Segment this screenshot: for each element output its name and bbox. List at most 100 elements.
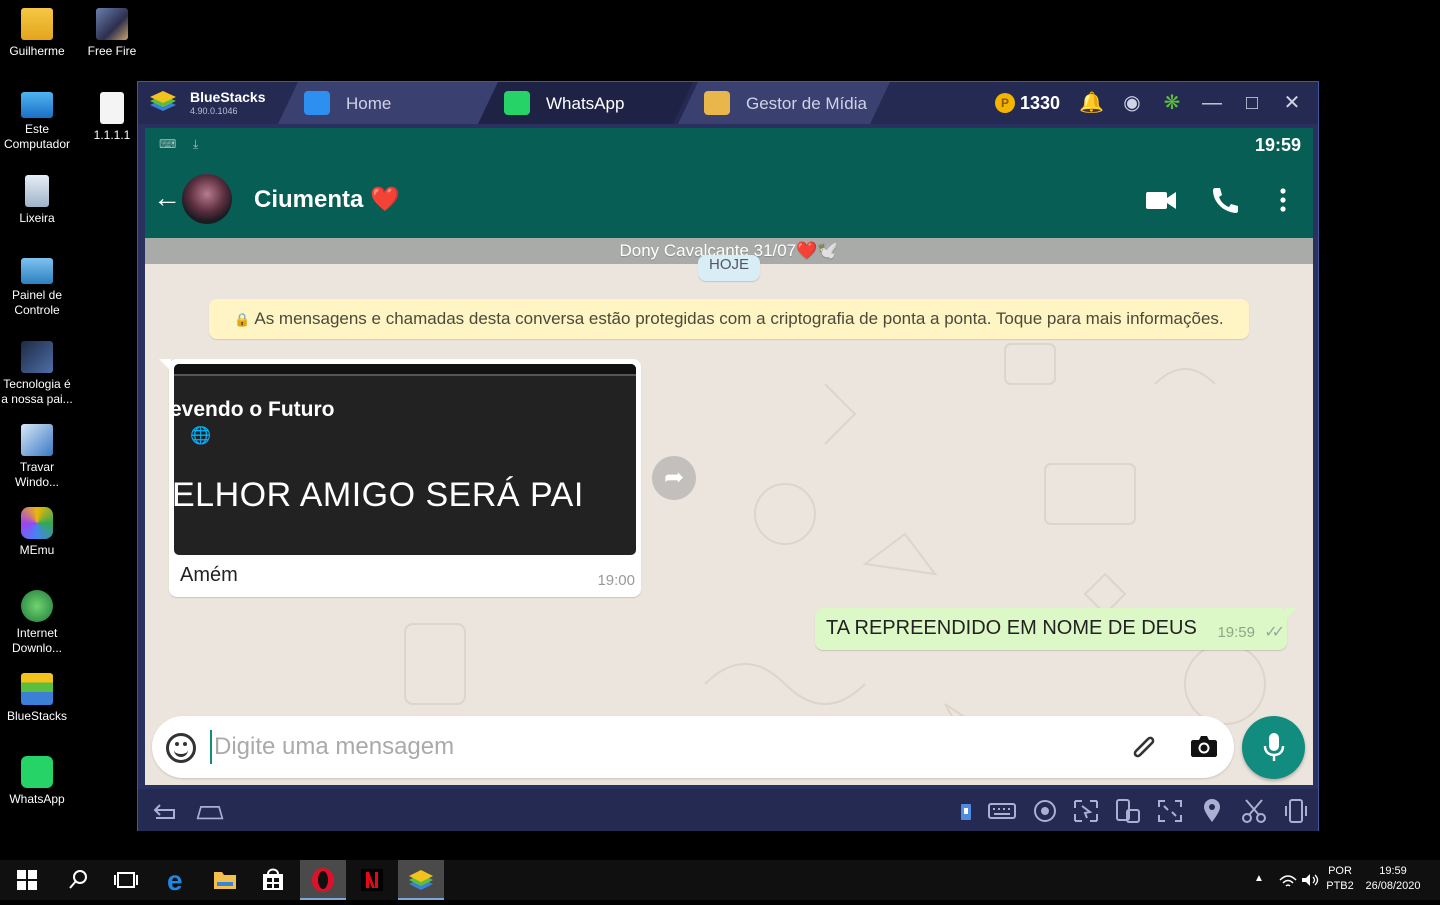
- video-call-icon[interactable]: [1145, 185, 1177, 215]
- wifi-icon[interactable]: [1278, 872, 1298, 888]
- task-view-button[interactable]: [103, 860, 149, 900]
- back-icon[interactable]: [150, 798, 178, 824]
- shake-icon[interactable]: [1282, 798, 1310, 824]
- folder-icon: [214, 872, 236, 889]
- puzzle-icon[interactable]: ❋: [1160, 91, 1184, 115]
- taskbar-store[interactable]: [250, 860, 296, 900]
- home-icon: [304, 91, 330, 115]
- contact-name[interactable]: Ciumenta ❤️: [254, 185, 400, 214]
- microphone-icon: [1263, 733, 1285, 761]
- status-time: 19:59: [1254, 135, 1301, 155]
- desktop-icon-este-computador[interactable]: Este Computador: [0, 92, 74, 152]
- back-arrow-icon[interactable]: ←: [153, 183, 181, 213]
- desktop-icon-lixeira[interactable]: Lixeira: [0, 175, 74, 226]
- svg-text:e: e: [167, 865, 183, 896]
- more-options-icon[interactable]: [1267, 185, 1299, 215]
- message-input-bar: [152, 716, 1234, 778]
- desktop-icon-label: WhatsApp: [9, 792, 65, 806]
- close-icon[interactable]: ✕: [1280, 91, 1304, 115]
- maximize-icon[interactable]: □: [1240, 91, 1264, 115]
- minimize-icon[interactable]: —: [1200, 91, 1224, 115]
- message-text: Amém: [180, 564, 238, 586]
- incoming-message[interactable]: evendo o Futuro 🌐 ELHOR AMIGO SERÁ PAI A…: [159, 359, 641, 597]
- desktop-icon-whatsapp[interactable]: WhatsApp: [0, 756, 74, 807]
- desktop-icon-travar-windows[interactable]: Travar Windo...: [0, 424, 74, 490]
- store-icon: [263, 868, 283, 890]
- globe-icon: 🌐: [190, 426, 212, 445]
- home-icon[interactable]: [196, 798, 224, 824]
- folder-icon: [704, 91, 730, 115]
- taskbar-opera[interactable]: [300, 860, 346, 900]
- android-screen: ⌨ ⤓ 19:59 ← Ciumenta ❤️ Dony Cavalcante …: [145, 128, 1313, 785]
- tab-home[interactable]: Home: [278, 82, 498, 124]
- task-view-icon: [114, 872, 138, 888]
- tab-gestor-de-midia[interactable]: Gestor de Mídia: [678, 82, 890, 124]
- taskbar-file-explorer[interactable]: [202, 860, 248, 900]
- account-icon[interactable]: ◉: [1120, 91, 1144, 115]
- search-button[interactable]: [55, 860, 101, 900]
- heart-emoji: ❤️: [370, 186, 400, 213]
- clock[interactable]: 19:59 26/08/2020: [1362, 865, 1424, 892]
- computer-icon: [21, 92, 53, 118]
- windows-taskbar: e ▲ POR PTB2 19:59 26/08/2020: [0, 860, 1440, 900]
- forward-icon[interactable]: ➦: [652, 456, 696, 500]
- coin-icon: P: [995, 93, 1015, 113]
- keyboard-icon[interactable]: [988, 798, 1016, 824]
- eye-icon[interactable]: [1031, 798, 1059, 824]
- desktop-icon-internet-download[interactable]: Internet Downlo...: [0, 590, 74, 656]
- bluestacks-bottom-bar: [138, 789, 1318, 831]
- keyboard-controls-icon[interactable]: [958, 798, 986, 824]
- preview-headline: ELHOR AMIGO SERÁ PAI: [174, 476, 584, 514]
- input-language[interactable]: POR PTB2: [1324, 865, 1356, 892]
- recycle-bin-icon: [25, 175, 49, 207]
- edge-icon: e: [167, 865, 183, 896]
- emoji-icon[interactable]: [166, 733, 196, 763]
- fullscreen-icon[interactable]: [1156, 798, 1184, 824]
- desktop-icon-free-fire[interactable]: Free Fire: [75, 8, 149, 59]
- message-input[interactable]: [210, 730, 1110, 764]
- bell-icon[interactable]: 🔔: [1079, 91, 1104, 115]
- start-button[interactable]: [4, 860, 50, 900]
- windows-logo-icon: [17, 870, 37, 890]
- user-folder-icon: [21, 8, 53, 40]
- control-panel-icon: [21, 258, 53, 284]
- memu-icon: [21, 507, 53, 539]
- location-icon[interactable]: [1198, 798, 1226, 824]
- link-preview[interactable]: evendo o Futuro 🌐 ELHOR AMIGO SERÁ PAI: [174, 364, 636, 555]
- phone-call-icon[interactable]: [1209, 185, 1241, 215]
- volume-icon[interactable]: [1300, 872, 1320, 888]
- outgoing-message[interactable]: TA REPREENDIDO EM NOME DE DEUS 19:59 ✓✓: [815, 608, 1297, 650]
- camera-icon[interactable]: [1190, 734, 1218, 758]
- download-icon: ⤓: [193, 137, 199, 151]
- desktop-icon-painel-de-controle[interactable]: Painel de Controle: [0, 258, 74, 318]
- desktop-icon-label: Lixeira: [19, 211, 55, 225]
- search-icon: [69, 870, 87, 889]
- bluestacks-brand: BlueStacks 4.90.0.1046: [148, 88, 288, 118]
- microphone-button[interactable]: [1242, 716, 1305, 779]
- taskbar-netflix[interactable]: [349, 860, 395, 900]
- desktop-icon-label: Internet Downlo...: [11, 626, 63, 655]
- bluestacks-logo-icon: [150, 91, 176, 111]
- message-text: TA REPREENDIDO EM NOME DE DEUS: [826, 617, 1197, 639]
- scissors-icon[interactable]: [1240, 798, 1268, 824]
- desktop-icon-memu[interactable]: MEmu: [0, 507, 74, 558]
- desktop-icon-guilherme[interactable]: Guilherme: [0, 8, 74, 59]
- desktop-icon-tecnologia[interactable]: Tecnologia é a nossa pai...: [0, 341, 74, 407]
- rotate-icon[interactable]: [1114, 798, 1142, 824]
- idm-icon: [21, 590, 53, 622]
- message-time: 19:59: [1217, 624, 1255, 641]
- encryption-notice[interactable]: 🔒 As mensagens e chamadas desta conversa…: [209, 299, 1249, 339]
- coins-count[interactable]: 1330: [1020, 93, 1060, 114]
- taskbar-edge[interactable]: e: [154, 860, 200, 900]
- taskbar-bluestacks[interactable]: [398, 860, 444, 900]
- desktop-icon-bluestacks[interactable]: BlueStacks: [0, 673, 74, 724]
- message-time: 19:00: [597, 572, 635, 589]
- desktop-icon-label: Tecnologia é a nossa pai...: [1, 377, 73, 406]
- screenshot-icon[interactable]: [1072, 798, 1100, 824]
- avatar[interactable]: [182, 174, 232, 224]
- tray-expand-icon[interactable]: ▲: [1254, 873, 1264, 884]
- keyboard-icon: ⌨: [159, 137, 177, 151]
- bluestacks-titlebar: BlueStacks 4.90.0.1046 Home WhatsApp Ges…: [138, 82, 1318, 124]
- tab-whatsapp[interactable]: WhatsApp: [478, 82, 693, 124]
- attach-icon[interactable]: [1128, 731, 1160, 763]
